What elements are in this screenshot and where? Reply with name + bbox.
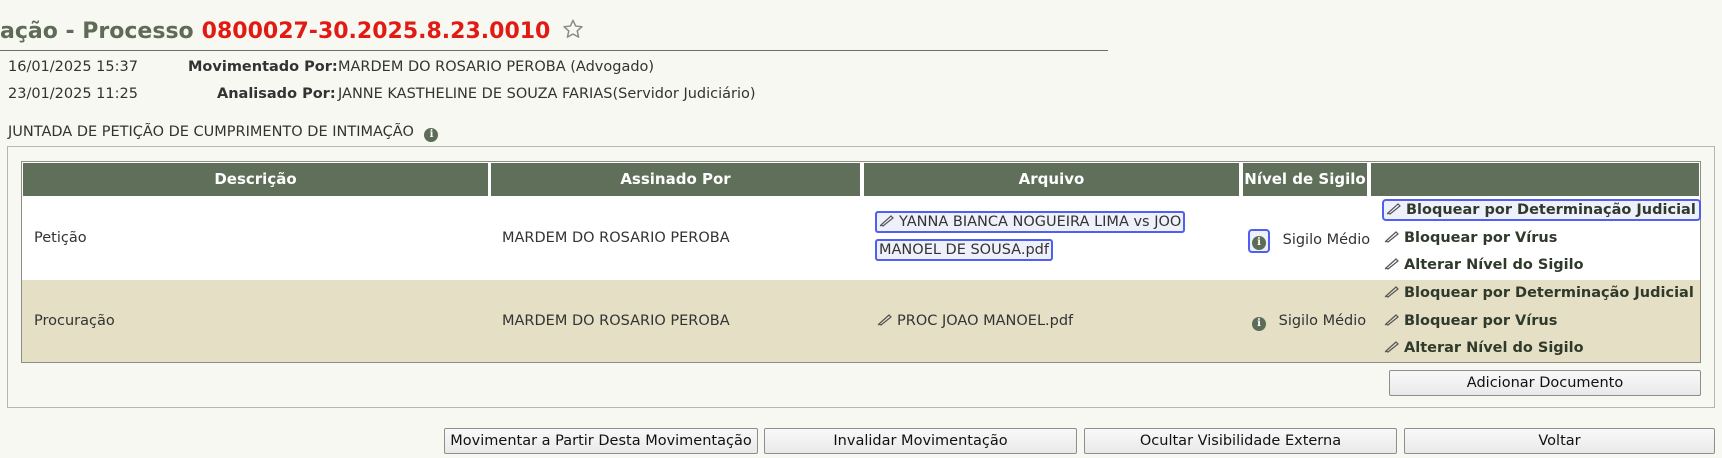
info-icon[interactable]: i [1252, 236, 1266, 250]
header-arquivo: Arquivo [864, 163, 1239, 196]
row2-change-sigilo[interactable]: Alterar Nível do Sigilo [1384, 340, 1584, 356]
pencil-icon [1384, 231, 1399, 243]
row1-block-judicial[interactable]: Bloquear por Determinação Judicial [1382, 199, 1701, 221]
row2-file-name: PROC JOAO MANOEL.pdf [897, 313, 1074, 329]
row2-assinado-por: MARDEM DO ROSARIO PEROBA [502, 313, 730, 329]
row1-sigilo-text: Sigilo Médio [1282, 232, 1371, 248]
row1-file-name-line1: YANNA BIANCA NOGUEIRA LIMA vs JOO [899, 214, 1182, 230]
row1-sigilo: i Sigilo Médio [1248, 229, 1370, 253]
row1-file-link-cont[interactable]: MANOEL DE SOUSA.pdf [875, 239, 1053, 261]
row2-sigilo: i Sigilo Médio [1252, 313, 1366, 331]
move-from-button[interactable]: Movimentar a Partir Desta Movimentação [444, 428, 758, 454]
row1-block-virus-label: Bloquear por Vírus [1404, 230, 1558, 246]
invalidate-button[interactable]: Invalidar Movimentação [764, 428, 1077, 454]
row1-block-virus[interactable]: Bloquear por Vírus [1384, 230, 1557, 246]
pencil-icon [1384, 341, 1399, 353]
page-title-bar: ação - Processo 0800027-30.2025.8.23.0010 [0, 14, 1108, 51]
info-icon[interactable]: i [424, 128, 439, 142]
analyzed-by-value: JANNE KASTHELINE DE SOUZA FARIAS(Servido… [338, 86, 756, 102]
pencil-icon [1386, 203, 1401, 215]
row2-descricao: Procuração [34, 313, 115, 329]
pencil-icon [1384, 286, 1399, 298]
moved-by-label: Movimentado Por: [188, 59, 338, 75]
analyzed-by-label: Analisado Por: [217, 86, 336, 102]
info-icon[interactable]: i [1252, 317, 1266, 331]
header-assinado-por: Assinado Por [491, 163, 860, 196]
row2-block-judicial[interactable]: Bloquear por Determinação Judicial [1384, 285, 1694, 301]
row1-file-name-line2: MANOEL DE SOUSA.pdf [875, 239, 1053, 261]
row1-block-judicial-label: Bloquear por Determinação Judicial [1406, 202, 1696, 218]
row2-sigilo-text: Sigilo Médio [1278, 313, 1367, 329]
process-number: 0800027-30.2025.8.23.0010 [201, 19, 551, 44]
movement-description: JUNTADA DE PETIÇÃO DE CUMPRIMENTO DE INT… [8, 124, 439, 142]
add-document-button[interactable]: Adicionar Documento [1389, 370, 1701, 396]
row1-change-sigilo[interactable]: Alterar Nível do Sigilo [1384, 257, 1584, 273]
info-icon-focus[interactable]: i [1248, 229, 1270, 253]
row2-block-virus[interactable]: Bloquear por Vírus [1384, 313, 1557, 329]
header-actions [1371, 163, 1699, 196]
page-title: ação - Processo 0800027-30.2025.8.23.0010 [0, 18, 584, 46]
movement-description-text: JUNTADA DE PETIÇÃO DE CUMPRIMENTO DE INT… [8, 124, 414, 140]
row1-change-sigilo-label: Alterar Nível do Sigilo [1404, 257, 1584, 273]
pencil-icon [879, 215, 894, 227]
hide-external-button[interactable]: Ocultar Visibilidade Externa [1084, 428, 1397, 454]
analyzed-date: 23/01/2025 11:25 [8, 86, 138, 102]
header-descricao: Descrição [23, 163, 488, 196]
row2-change-sigilo-label: Alterar Nível do Sigilo [1404, 340, 1584, 356]
row1-file-link[interactable]: YANNA BIANCA NOGUEIRA LIMA vs JOO [875, 211, 1186, 233]
star-outline-icon[interactable] [562, 18, 584, 46]
row2-file-link[interactable]: PROC JOAO MANOEL.pdf [877, 313, 1073, 329]
moved-date: 16/01/2025 15:37 [8, 59, 138, 75]
pencil-icon [1384, 314, 1399, 326]
row1-descricao: Petição [34, 230, 87, 246]
row2-block-virus-label: Bloquear por Vírus [1404, 313, 1558, 329]
row1-assinado-por: MARDEM DO ROSARIO PEROBA [502, 230, 730, 246]
moved-by-value: MARDEM DO ROSARIO PEROBA (Advogado) [338, 59, 655, 75]
pencil-icon [877, 314, 892, 326]
back-button[interactable]: Voltar [1404, 428, 1715, 454]
header-nivel-sigilo: Nível de Sigilo [1243, 163, 1367, 196]
row2-block-judicial-label: Bloquear por Determinação Judicial [1404, 285, 1694, 301]
title-prefix: ação - Processo [0, 19, 194, 44]
pencil-icon [1384, 258, 1399, 270]
